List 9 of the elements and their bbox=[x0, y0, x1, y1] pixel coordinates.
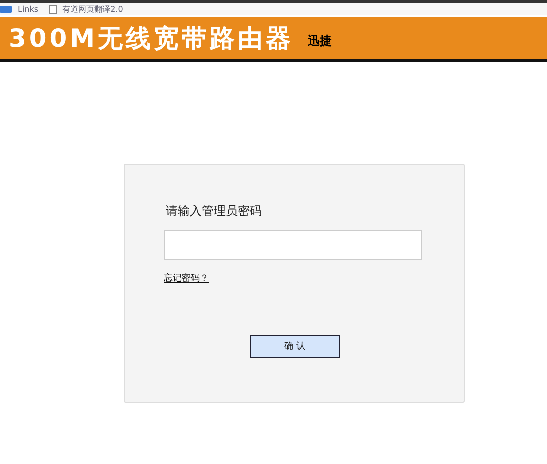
brand-name: 迅捷 bbox=[308, 32, 332, 50]
bookmark-link[interactable]: Links bbox=[18, 4, 39, 14]
password-field[interactable] bbox=[164, 230, 422, 260]
bookmark-link[interactable]: 有道网页翻译2.0 bbox=[62, 4, 124, 14]
confirm-button[interactable]: 确 认 bbox=[250, 335, 340, 358]
password-label: 请输入管理员密码 bbox=[166, 203, 263, 220]
forgot-password-link[interactable]: 忘记密码？ bbox=[164, 272, 209, 285]
folder-icon bbox=[0, 5, 12, 13]
router-title: 300M无线宽带路由器 bbox=[9, 22, 294, 54]
